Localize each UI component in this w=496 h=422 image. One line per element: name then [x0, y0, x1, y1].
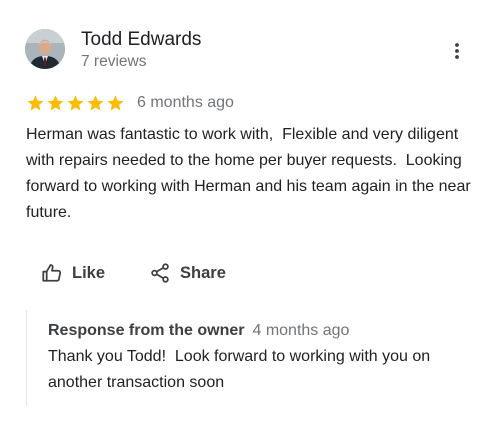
- more-vert-icon: [455, 43, 459, 59]
- reviewer-name[interactable]: Todd Edwards: [81, 28, 201, 52]
- star-icon: [107, 94, 124, 110]
- like-label: Like: [72, 264, 106, 282]
- share-icon: [151, 263, 169, 283]
- owner-response-title: Response from the owner: [48, 322, 245, 339]
- star-icon: [67, 94, 84, 110]
- avatar[interactable]: [25, 29, 65, 69]
- owner-response: Response from the owner 4 months ago Than…: [26, 310, 477, 406]
- owner-response-date: 4 months ago: [252, 322, 350, 339]
- share-label: Share: [180, 264, 226, 282]
- reviewer-review-count: 7 reviews: [81, 53, 147, 70]
- review-date: 6 months ago: [137, 94, 234, 111]
- share-button[interactable]: Share: [149, 260, 226, 286]
- star-rating: [26, 94, 126, 113]
- like-button[interactable]: Like: [41, 260, 105, 286]
- star-icon: [27, 94, 44, 110]
- star-icon: [87, 94, 104, 110]
- review-card: Todd Edwards 7 reviews 6 months ago Herm…: [0, 0, 496, 422]
- reviewer-photo: [25, 29, 65, 69]
- review-actions: Like Share: [41, 260, 226, 286]
- owner-response-text: Thank you Todd! Look forward to working …: [48, 348, 435, 391]
- thumb-up-icon: [42, 264, 62, 282]
- review-text: Herman was fantastic to work with, Flexi…: [26, 126, 476, 221]
- star-icon: [47, 94, 64, 110]
- rating-row: 6 months ago: [26, 92, 234, 114]
- owner-response-header: Response from the owner 4 months ago: [48, 320, 349, 342]
- more-options-button[interactable]: [444, 38, 470, 64]
